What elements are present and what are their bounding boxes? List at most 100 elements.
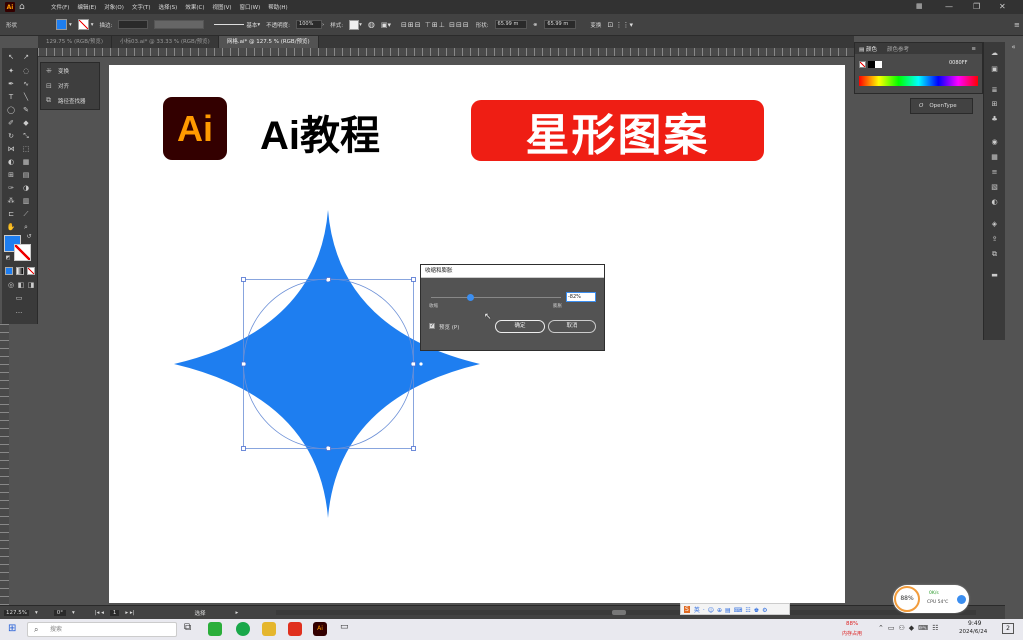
star-artwork[interactable] bbox=[0, 0, 480, 518]
rotate-tool-icon[interactable]: ↻ bbox=[6, 131, 16, 141]
shaper-tool-icon[interactable]: ✐ bbox=[6, 118, 16, 128]
paintbrush-tool-icon[interactable]: ✎ bbox=[21, 105, 31, 115]
scale-tool-icon[interactable]: ⤡ bbox=[21, 131, 31, 141]
widget-toggle-icon[interactable] bbox=[957, 595, 966, 604]
align-to-icon[interactable]: ▣▾ bbox=[381, 21, 391, 29]
perspective-grid-tool-icon[interactable]: ▦ bbox=[21, 157, 31, 167]
color-tab[interactable]: ▤ 颜色 bbox=[855, 45, 881, 53]
style-swatch[interactable]: ▾ bbox=[349, 19, 362, 30]
ime-tools-icons[interactable]: 英·☺⊕▤⌨☷♚⚙ bbox=[694, 605, 771, 614]
align-icons[interactable]: ⊟⊞⊟ ⊤⊞⊥ ⊟⊟⊟ bbox=[401, 21, 470, 29]
collapse-panels-icon[interactable]: « bbox=[1008, 42, 1019, 52]
symbol-sprayer-tool-icon[interactable]: ⁂ bbox=[6, 196, 16, 206]
browser-icon[interactable] bbox=[236, 622, 250, 636]
rotation-view[interactable]: 0° bbox=[53, 609, 66, 616]
fill-swatch[interactable]: ▾ bbox=[56, 19, 72, 30]
amount-slider-thumb[interactable] bbox=[467, 294, 474, 301]
menu-help[interactable]: 帮助(H) bbox=[268, 3, 287, 11]
tab-document-1[interactable]: 129.75 % (RGB/预览) bbox=[38, 36, 112, 48]
screen-mode-icon[interactable]: ▭ bbox=[14, 293, 24, 303]
cancel-button[interactable]: 取消 bbox=[548, 320, 596, 333]
properties-icon[interactable]: ▣ bbox=[989, 64, 1000, 74]
restore-button[interactable]: ❐ bbox=[973, 2, 980, 11]
default-colors-icon[interactable]: ◩ bbox=[3, 253, 13, 263]
eraser-tool-icon[interactable]: ◆ bbox=[21, 118, 31, 128]
tab-document-2[interactable]: 小标03.ai* @ 33.33 % (RGB/预览) bbox=[112, 36, 219, 48]
illustrator-taskbar-icon[interactable]: Ai bbox=[313, 622, 327, 636]
edit-toolbar-icon[interactable]: ··· bbox=[14, 308, 24, 318]
slice-tool-icon[interactable]: ⟋ bbox=[21, 209, 31, 219]
windows-start-icon[interactable]: ⊞ bbox=[8, 623, 16, 634]
comments-icon[interactable]: ▬ bbox=[989, 270, 1000, 280]
opentype-panel-tab[interactable]: O OpenType bbox=[910, 98, 973, 114]
draw-behind-icon[interactable]: ◧ bbox=[16, 280, 26, 290]
clock-date[interactable]: 2024/6/24 bbox=[959, 629, 987, 635]
layers-icon[interactable]: ≣ bbox=[989, 85, 1000, 95]
swap-colors-icon[interactable]: ↺ bbox=[24, 232, 34, 242]
menu-effect[interactable]: 效果(C) bbox=[185, 3, 204, 11]
ellipse-tool-icon[interactable]: ◯ bbox=[6, 105, 16, 115]
ime-logo-icon[interactable]: S bbox=[684, 605, 690, 613]
link-proportions-icon[interactable]: ⚭ bbox=[533, 21, 539, 29]
column-graph-tool-icon[interactable]: ▥ bbox=[21, 196, 31, 206]
tab-document-3[interactable]: 网格.ai* @ 127.5 % (RGB/预览) bbox=[218, 36, 319, 48]
magic-wand-tool-icon[interactable]: ✦ bbox=[6, 66, 16, 76]
selection-tool-icon[interactable]: ↖ bbox=[6, 52, 16, 62]
color-guide-tab[interactable]: 颜色参考 bbox=[881, 45, 915, 53]
amount-slider-track[interactable] bbox=[431, 297, 561, 298]
white-swatch[interactable] bbox=[875, 61, 882, 68]
hand-tool-icon[interactable]: ✋ bbox=[6, 222, 16, 232]
none-color-icon[interactable] bbox=[859, 61, 866, 68]
zoom-level[interactable]: 127.5% bbox=[4, 609, 29, 616]
black-swatch[interactable] bbox=[868, 61, 875, 68]
hex-value[interactable]: 0080FF bbox=[949, 60, 967, 66]
pen-tool-icon[interactable]: ✒ bbox=[6, 79, 16, 89]
horizontal-ruler[interactable] bbox=[38, 48, 854, 57]
amount-input[interactable]: -82% bbox=[566, 292, 596, 302]
width-tool-icon[interactable]: ⋈ bbox=[6, 144, 16, 154]
artboard-tool-icon[interactable]: ⊏ bbox=[6, 209, 16, 219]
status-arrow[interactable]: ▸ bbox=[236, 610, 239, 616]
color-mode-icon[interactable] bbox=[5, 267, 13, 275]
stroke-swatch[interactable]: ▾ bbox=[77, 19, 94, 30]
gradient-icon[interactable]: ▧ bbox=[989, 182, 1000, 192]
clock-time[interactable]: 9:49 bbox=[968, 620, 981, 627]
taskbar-search[interactable]: ⌕ 搜索 bbox=[27, 622, 177, 637]
panel-menu-icon[interactable]: ≡ bbox=[971, 46, 976, 52]
panel-menu-icon[interactable]: ≡ bbox=[1014, 21, 1020, 29]
flyout-transform[interactable]: ⁜ 变换 bbox=[41, 63, 99, 78]
line-tool-icon[interactable]: ╲ bbox=[21, 92, 31, 102]
menu-object[interactable]: 对象(O) bbox=[104, 3, 124, 11]
arrange-documents-icon[interactable]: ▦ bbox=[916, 2, 923, 10]
color-spectrum[interactable] bbox=[859, 76, 978, 86]
task-view-icon[interactable]: ⧉ bbox=[184, 622, 198, 636]
horizontal-scrollbar[interactable] bbox=[276, 610, 976, 615]
height-input[interactable]: 65.99 m bbox=[544, 20, 577, 29]
artboard-nav[interactable]: |◂ ◂ bbox=[95, 610, 104, 616]
free-transform-tool-icon[interactable]: ⬚ bbox=[21, 144, 31, 154]
flyout-align[interactable]: ⊟ 对齐 bbox=[41, 78, 99, 93]
close-button[interactable]: ✕ bbox=[999, 2, 1006, 11]
file-explorer-icon[interactable] bbox=[262, 622, 276, 636]
wechat-icon[interactable] bbox=[208, 622, 222, 636]
stroke-weight-input[interactable] bbox=[118, 20, 149, 29]
stroke-color-swatch[interactable] bbox=[14, 244, 31, 261]
flyout-pathfinder[interactable]: ⧉ 路径查找器 bbox=[41, 93, 99, 108]
menu-window[interactable]: 窗口(W) bbox=[240, 3, 261, 11]
home-icon[interactable]: ⌂ bbox=[19, 2, 29, 12]
transform-link[interactable]: 变换 bbox=[590, 21, 601, 29]
minimize-button[interactable]: — bbox=[945, 2, 953, 11]
notification-center[interactable]: 2 bbox=[1002, 623, 1014, 634]
appearance-icon[interactable]: ◈ bbox=[989, 219, 1000, 229]
artboards-icon[interactable]: ⊞ bbox=[989, 99, 1000, 109]
menu-file[interactable]: 文件(F) bbox=[51, 3, 69, 11]
menu-select[interactable]: 选择(S) bbox=[159, 3, 178, 11]
swatches-icon[interactable]: ▦ bbox=[989, 152, 1000, 162]
system-monitor-widget[interactable]: 88% 0K/s CPU 54℃ bbox=[893, 585, 969, 613]
type-tool-icon[interactable]: T bbox=[6, 92, 16, 102]
zoom-tool-icon[interactable]: ⌕ bbox=[21, 222, 31, 232]
lasso-tool-icon[interactable]: ◌ bbox=[21, 66, 31, 76]
opacity-input[interactable]: 100% › bbox=[296, 20, 324, 29]
menu-view[interactable]: 视图(V) bbox=[212, 3, 231, 11]
artboard-number[interactable]: 1 bbox=[109, 609, 120, 616]
